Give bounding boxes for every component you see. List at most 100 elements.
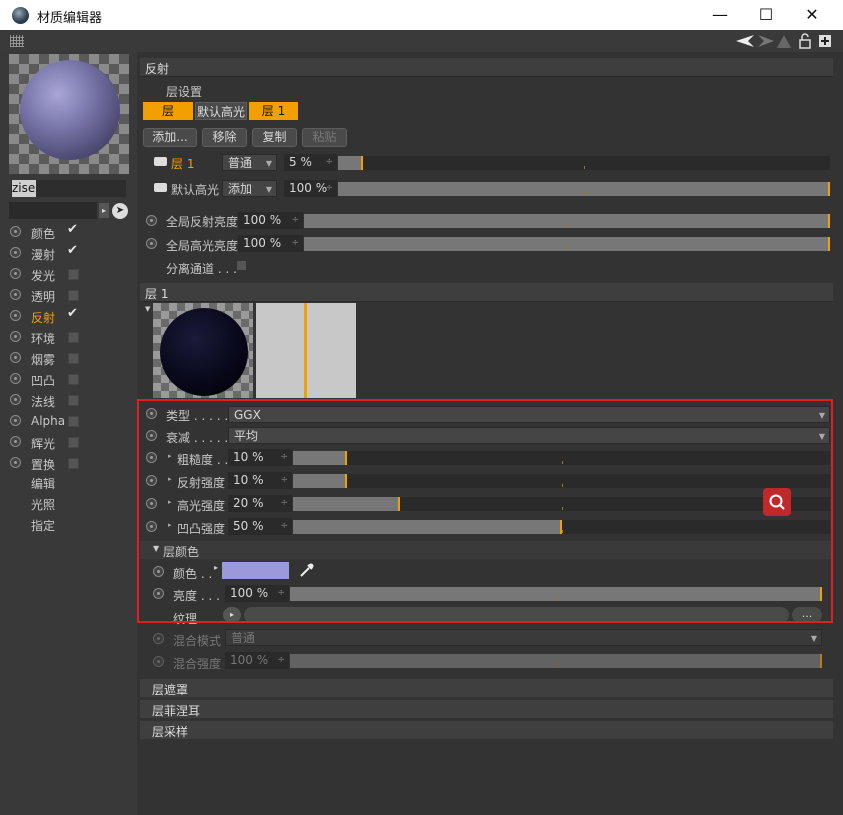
blend-strength-slider[interactable]	[290, 654, 822, 668]
plus-box-icon[interactable]	[818, 33, 832, 49]
channel-label[interactable]: 置换	[31, 456, 55, 473]
check-icon[interactable]: ✔	[67, 222, 78, 237]
channel-checkbox[interactable]	[68, 437, 79, 448]
material-name-text[interactable]: zise	[12, 180, 36, 197]
tab-layer-1[interactable]: 层 1	[249, 102, 298, 120]
unlock-icon[interactable]	[798, 33, 812, 49]
anim-radio[interactable]	[10, 457, 21, 468]
channel-checkbox[interactable]	[68, 395, 79, 406]
anim-radio[interactable]	[10, 268, 21, 279]
global-reflect-slider[interactable]	[304, 214, 830, 228]
channel-label[interactable]: 漫射	[31, 246, 55, 263]
anim-radio[interactable]	[10, 352, 21, 363]
channel-checkbox[interactable]	[68, 416, 79, 427]
anim-radio[interactable]	[153, 656, 164, 667]
channel-label[interactable]: 透明	[31, 288, 55, 305]
filter-expand-icon[interactable]: ▸	[99, 203, 109, 218]
layer-mask-label: 层遮罩	[152, 683, 189, 697]
anim-radio[interactable]	[10, 247, 21, 258]
maximize-button[interactable]: ☐	[743, 0, 789, 30]
mountain-icon[interactable]	[776, 33, 792, 49]
channel-row[interactable]: 法线	[0, 390, 137, 411]
blend-strength-input[interactable]: 100 %	[225, 652, 289, 669]
blend-mode-select[interactable]: 普通	[225, 629, 822, 647]
channel-extra-item[interactable]: 指定	[31, 517, 55, 534]
remove-layer-button[interactable]: 移除	[202, 128, 247, 147]
channel-label[interactable]: 颜色	[31, 225, 55, 242]
global-reflect-input[interactable]: 100 %	[238, 212, 303, 229]
channel-extra-item[interactable]: 编辑	[31, 475, 55, 492]
anim-radio[interactable]	[146, 238, 157, 249]
copy-layer-button[interactable]: 复制	[252, 128, 297, 147]
default-spec-value-input[interactable]: 100 %	[284, 180, 337, 197]
slider-tick	[567, 247, 568, 250]
add-layer-button[interactable]: 添加...	[143, 128, 197, 147]
channel-row[interactable]: 辉光	[0, 432, 137, 453]
layer1-value-input[interactable]: 5 %	[284, 154, 337, 171]
eye-icon[interactable]	[154, 183, 167, 192]
channel-label[interactable]: 法线	[31, 393, 55, 410]
channel-label[interactable]: 发光	[31, 267, 55, 284]
layer-mask-section[interactable]: 层遮罩	[140, 679, 833, 697]
channel-label[interactable]: Alpha	[31, 414, 65, 428]
minimize-button[interactable]: —	[697, 0, 743, 30]
channel-label[interactable]: 烟雾	[31, 351, 55, 368]
global-spec-slider[interactable]	[304, 237, 830, 251]
channel-checkbox[interactable]	[68, 353, 79, 364]
anim-radio[interactable]	[10, 373, 21, 384]
layer1-name[interactable]: 层 1	[171, 155, 194, 172]
channel-extra-item[interactable]: 光照	[31, 496, 55, 513]
channel-checkbox[interactable]	[68, 374, 79, 385]
layer1-slider[interactable]	[338, 156, 830, 170]
channel-row[interactable]: 凹凸	[0, 369, 137, 390]
eye-icon[interactable]	[154, 157, 167, 166]
preview-toggle-icon[interactable]: ▼	[145, 305, 150, 313]
anim-radio[interactable]	[153, 633, 164, 644]
anim-radio[interactable]	[10, 436, 21, 447]
channel-filter-input[interactable]	[9, 202, 97, 219]
channel-row[interactable]: 反射 ✔	[0, 306, 137, 327]
default-spec-mode-select[interactable]: 添加	[222, 180, 277, 198]
anim-radio[interactable]	[146, 215, 157, 226]
grip-icon[interactable]	[10, 35, 24, 47]
arrow-left-icon[interactable]	[734, 33, 756, 49]
close-button[interactable]: ✕	[789, 0, 835, 30]
search-button[interactable]	[763, 488, 791, 516]
anim-radio[interactable]	[10, 310, 21, 321]
anim-radio[interactable]	[10, 226, 21, 237]
anim-radio[interactable]	[10, 331, 21, 342]
anim-radio[interactable]	[10, 394, 21, 405]
arrow-right-icon[interactable]	[756, 33, 776, 49]
channel-checkbox[interactable]	[68, 332, 79, 343]
layer-fresnel-section[interactable]: 层菲涅耳	[140, 700, 833, 718]
channel-row[interactable]: 环境	[0, 327, 137, 348]
global-spec-input[interactable]: 100 %	[238, 235, 303, 252]
channel-row[interactable]: 烟雾	[0, 348, 137, 369]
channel-label[interactable]: 凹凸	[31, 372, 55, 389]
channel-label[interactable]: 环境	[31, 330, 55, 347]
pointer-icon[interactable]: ➤	[112, 203, 128, 219]
anim-radio[interactable]	[10, 415, 21, 426]
channel-checkbox[interactable]	[68, 290, 79, 301]
channel-row[interactable]: 漫射 ✔	[0, 243, 137, 264]
separate-pass-checkbox[interactable]	[237, 261, 246, 270]
anim-radio[interactable]	[10, 289, 21, 300]
check-icon[interactable]: ✔	[67, 306, 78, 321]
channel-row[interactable]: Alpha	[0, 411, 137, 432]
channel-row[interactable]: 发光	[0, 264, 137, 285]
channel-label[interactable]: 辉光	[31, 435, 55, 452]
paste-layer-button[interactable]: 粘贴	[302, 128, 347, 147]
tab-layer[interactable]: 层	[143, 102, 193, 120]
tab-default-spec[interactable]: 默认高光	[195, 102, 247, 120]
layer1-mode-select[interactable]: 普通	[222, 154, 277, 172]
channel-label[interactable]: 反射	[31, 309, 55, 326]
channel-checkbox[interactable]	[68, 458, 79, 469]
default-spec-name[interactable]: 默认高光	[171, 181, 219, 198]
channel-row[interactable]: 透明	[0, 285, 137, 306]
channel-checkbox[interactable]	[68, 269, 79, 280]
channel-row[interactable]: 置换	[0, 453, 137, 474]
layer-sampling-section[interactable]: 层采样	[140, 721, 833, 739]
channel-row[interactable]: 颜色 ✔	[0, 222, 137, 243]
check-icon[interactable]: ✔	[67, 243, 78, 258]
default-spec-slider[interactable]	[338, 182, 830, 196]
